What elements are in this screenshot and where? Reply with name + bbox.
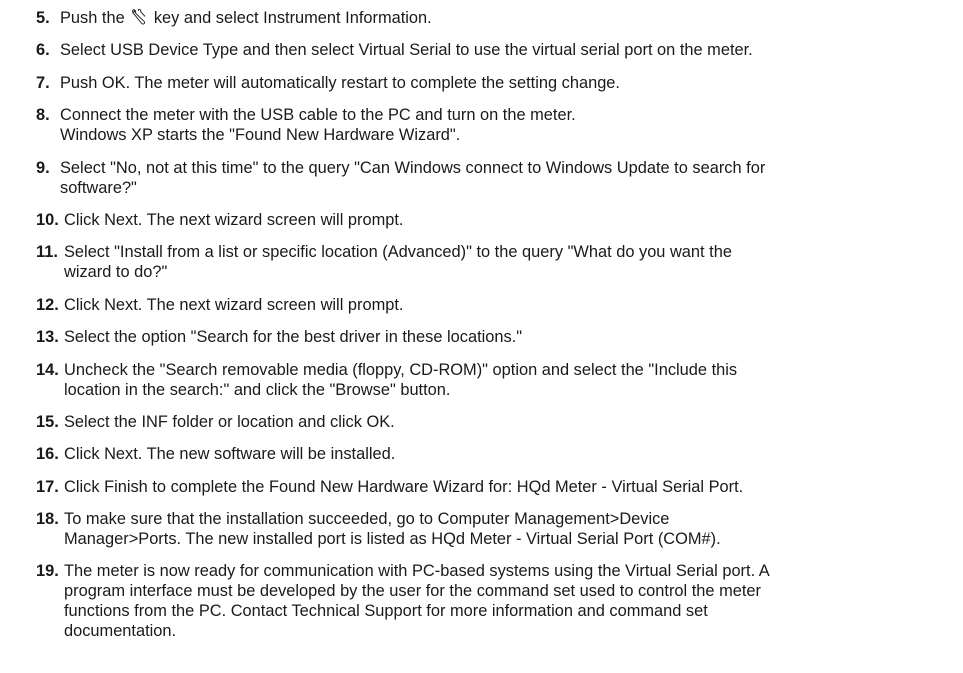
step-text-before-icon: Push the [60, 9, 125, 27]
step-text: Connect the meter with the USB cable to … [60, 105, 956, 145]
step-text-line: Click Next. The next wizard screen will … [64, 295, 404, 314]
step-text: Select "Install from a list or specific … [64, 242, 956, 282]
step-number: 17. [36, 477, 59, 496]
step-number: 10. [36, 210, 59, 229]
step-14: 14. Uncheck the "Search removable media … [36, 360, 956, 400]
step-text-line: Select USB Device Type and then select V… [60, 41, 753, 60]
step-text-line: Uncheck the "Search removable media (flo… [64, 360, 738, 379]
step-15: 15. Select the INF folder or location an… [36, 412, 956, 432]
step-text: Select USB Device Type and then select V… [60, 40, 956, 60]
step-9: 9. Select "No, not at this time" to the … [36, 158, 956, 198]
step-text-line: Manager>Ports. The new installed port is… [64, 530, 721, 549]
step-text-line: program interface must be developed by t… [64, 582, 761, 601]
step-8: 8. Connect the meter with the USB cable … [36, 105, 956, 145]
step-text: To make sure that the installation succe… [64, 509, 956, 549]
step-text-line: Select "Install from a list or specific … [64, 243, 732, 262]
step-number: 13. [36, 328, 59, 347]
step-text-line: functions from the PC. Contact Technical… [64, 602, 708, 621]
step-text-line: Connect the meter with the USB cable to … [60, 106, 576, 125]
step-text-line: Windows XP starts the "Found New Hardwar… [60, 126, 461, 145]
step-number: 15. [36, 412, 59, 431]
step-number: 12. [36, 295, 59, 314]
step-7: 7. Push OK. The meter will automatically… [36, 73, 956, 93]
step-text-line: Push OK. The meter will automatically re… [60, 73, 620, 92]
step-text: The meter is now ready for communication… [64, 561, 956, 641]
step-5: 5. Push the key and select Instrument In… [36, 8, 956, 28]
step-text-after-icon: key and select Instrument Information. [153, 9, 432, 27]
step-text-line: Click Finish to complete the Found New H… [64, 477, 744, 496]
step-text-line: To make sure that the installation succe… [64, 510, 670, 529]
step-text-line: Select the option "Search for the best d… [64, 328, 523, 347]
step-text: Click Next. The new software will be ins… [64, 444, 956, 464]
instruction-steps-list: 5. Push the key and select Instrument In… [36, 8, 956, 654]
step-19: 19. The meter is now ready for communica… [36, 561, 956, 641]
step-number: 16. [36, 445, 59, 464]
step-number: 8. [36, 106, 50, 125]
step-number: 19. [36, 562, 59, 581]
step-10: 10. Click Next. The next wizard screen w… [36, 210, 956, 230]
step-text-line: wizard to do?" [64, 263, 168, 282]
step-text: Push OK. The meter will automatically re… [60, 73, 956, 93]
step-6: 6. Select USB Device Type and then selec… [36, 40, 956, 60]
wrench-icon [130, 8, 148, 26]
step-text-line: software?" [60, 178, 137, 197]
step-text: Select the option "Search for the best d… [64, 327, 956, 347]
step-text: Click Next. The next wizard screen will … [64, 210, 956, 230]
step-text-line: Click Next. The new software will be ins… [64, 445, 396, 464]
step-13: 13. Select the option "Search for the be… [36, 327, 956, 347]
step-number: 6. [36, 41, 50, 60]
step-text-line: Select the INF folder or location and cl… [64, 412, 395, 431]
step-text-line: Select "No, not at this time" to the que… [60, 158, 766, 177]
step-number: 11. [36, 243, 58, 262]
step-text: Select the INF folder or location and cl… [64, 412, 956, 432]
step-text-line: location in the search:" and click the "… [64, 380, 451, 399]
step-text-line: documentation. [64, 622, 177, 641]
step-17: 17. Click Finish to complete the Found N… [36, 477, 956, 497]
step-text: Click Next. The next wizard screen will … [64, 295, 956, 315]
step-12: 12. Click Next. The next wizard screen w… [36, 295, 956, 315]
step-11: 11. Select "Install from a list or speci… [36, 242, 956, 282]
step-number: 5. [36, 9, 50, 27]
step-text-line: The meter is now ready for communication… [64, 562, 770, 581]
step-18: 18. To make sure that the installation s… [36, 509, 956, 549]
step-text-line: Click Next. The next wizard screen will … [64, 210, 404, 229]
step-number: 18. [36, 510, 59, 529]
step-number: 14. [36, 360, 59, 379]
step-16: 16. Click Next. The new software will be… [36, 444, 956, 464]
step-text: Uncheck the "Search removable media (flo… [64, 360, 956, 400]
step-text: Click Finish to complete the Found New H… [64, 477, 956, 497]
step-text: Select "No, not at this time" to the que… [60, 158, 956, 198]
step-number: 7. [36, 73, 50, 92]
step-text: Push the key and select Instrument Infor… [60, 8, 956, 28]
step-number: 9. [36, 158, 50, 177]
